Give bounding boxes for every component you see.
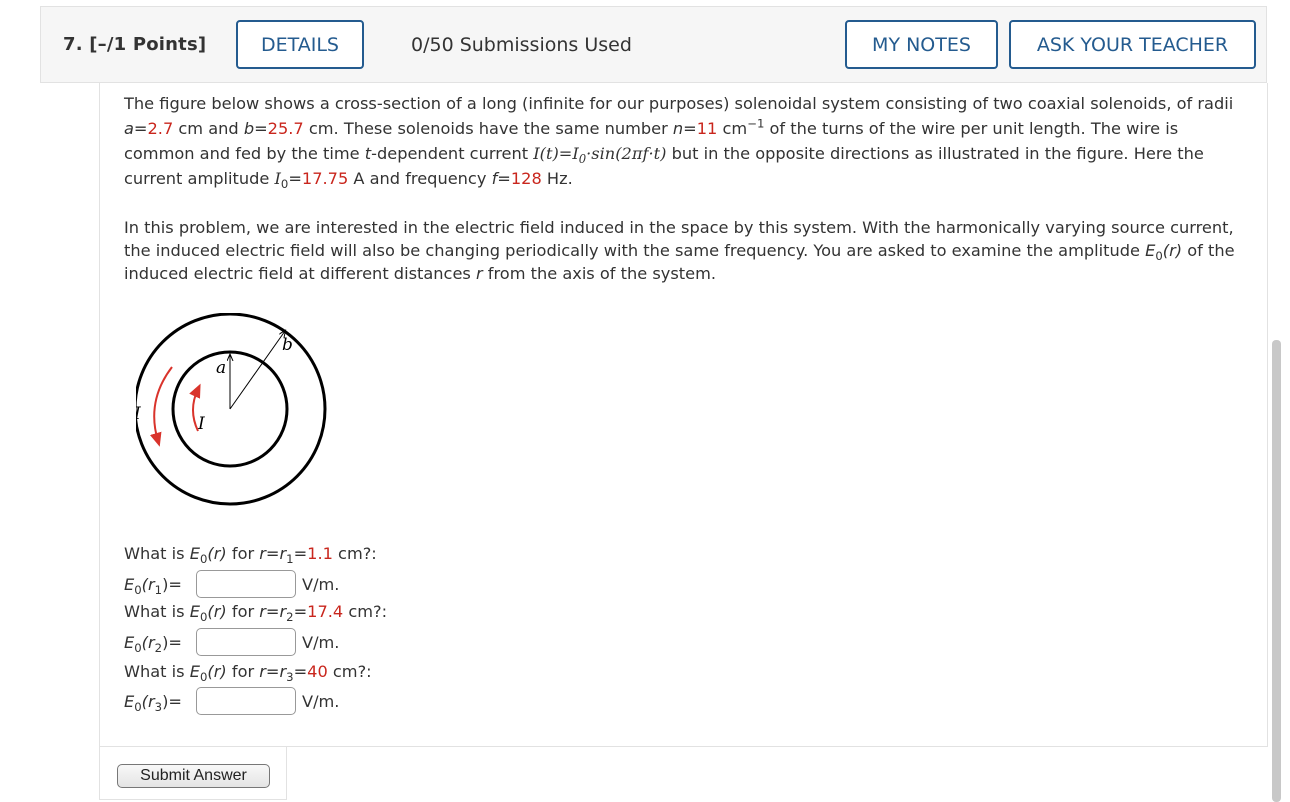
ask-your-teacher-button[interactable]: ASK YOUR TEACHER xyxy=(1009,20,1256,69)
question-content: The figure below shows a cross-section o… xyxy=(99,83,1268,747)
value-n: 11 xyxy=(696,119,718,138)
value-b: 25.7 xyxy=(267,119,304,138)
question-header: 7. [–/1 Points] DETAILS 0/50 Submissions… xyxy=(40,6,1267,83)
value-a: 2.7 xyxy=(147,119,174,138)
problem-paragraph-1: The figure below shows a cross-section o… xyxy=(124,94,1234,192)
label-I-inner: I xyxy=(197,414,205,434)
question-1: What is E0(r) for r=r1=1.1 cm?: xyxy=(124,544,377,567)
question-number: 7. [–/1 Points] xyxy=(63,34,207,55)
value-f: 128 xyxy=(510,169,542,188)
label-b: b xyxy=(282,335,293,355)
unit-label-1: V/m. xyxy=(302,574,340,594)
coaxial-solenoid-figure: a b I I xyxy=(136,313,327,506)
outer-current-arrow xyxy=(149,366,173,447)
unit-label-3: V/m. xyxy=(302,691,340,711)
answer-input-2[interactable] xyxy=(196,628,296,656)
my-notes-button[interactable]: MY NOTES xyxy=(845,20,998,69)
value-i0: 17.75 xyxy=(301,169,349,188)
details-button[interactable]: DETAILS xyxy=(236,20,364,69)
radius-b-line xyxy=(229,331,285,410)
submit-answer-button[interactable]: Submit Answer xyxy=(117,764,270,788)
problem-paragraph-2: In this problem, we are interested in th… xyxy=(124,218,1235,283)
answer-row-1: E0(r1)= V/m. xyxy=(124,569,339,599)
submit-area: Submit Answer xyxy=(99,747,287,800)
answer-row-3: E0(r3)= V/m. xyxy=(124,686,339,716)
scrollbar[interactable] xyxy=(1272,340,1281,802)
unit-label-2: V/m. xyxy=(302,632,340,652)
answer-input-3[interactable] xyxy=(196,687,296,715)
label-a: a xyxy=(216,358,226,378)
submissions-used: 0/50 Submissions Used xyxy=(411,34,632,56)
label-I-outer: I xyxy=(136,404,141,424)
question-3: What is E0(r) for r=r3=40 cm?: xyxy=(124,662,372,685)
answer-input-1[interactable] xyxy=(196,570,296,598)
question-2: What is E0(r) for r=r2=17.4 cm?: xyxy=(124,602,388,625)
answer-row-2: E0(r2)= V/m. xyxy=(124,627,339,657)
